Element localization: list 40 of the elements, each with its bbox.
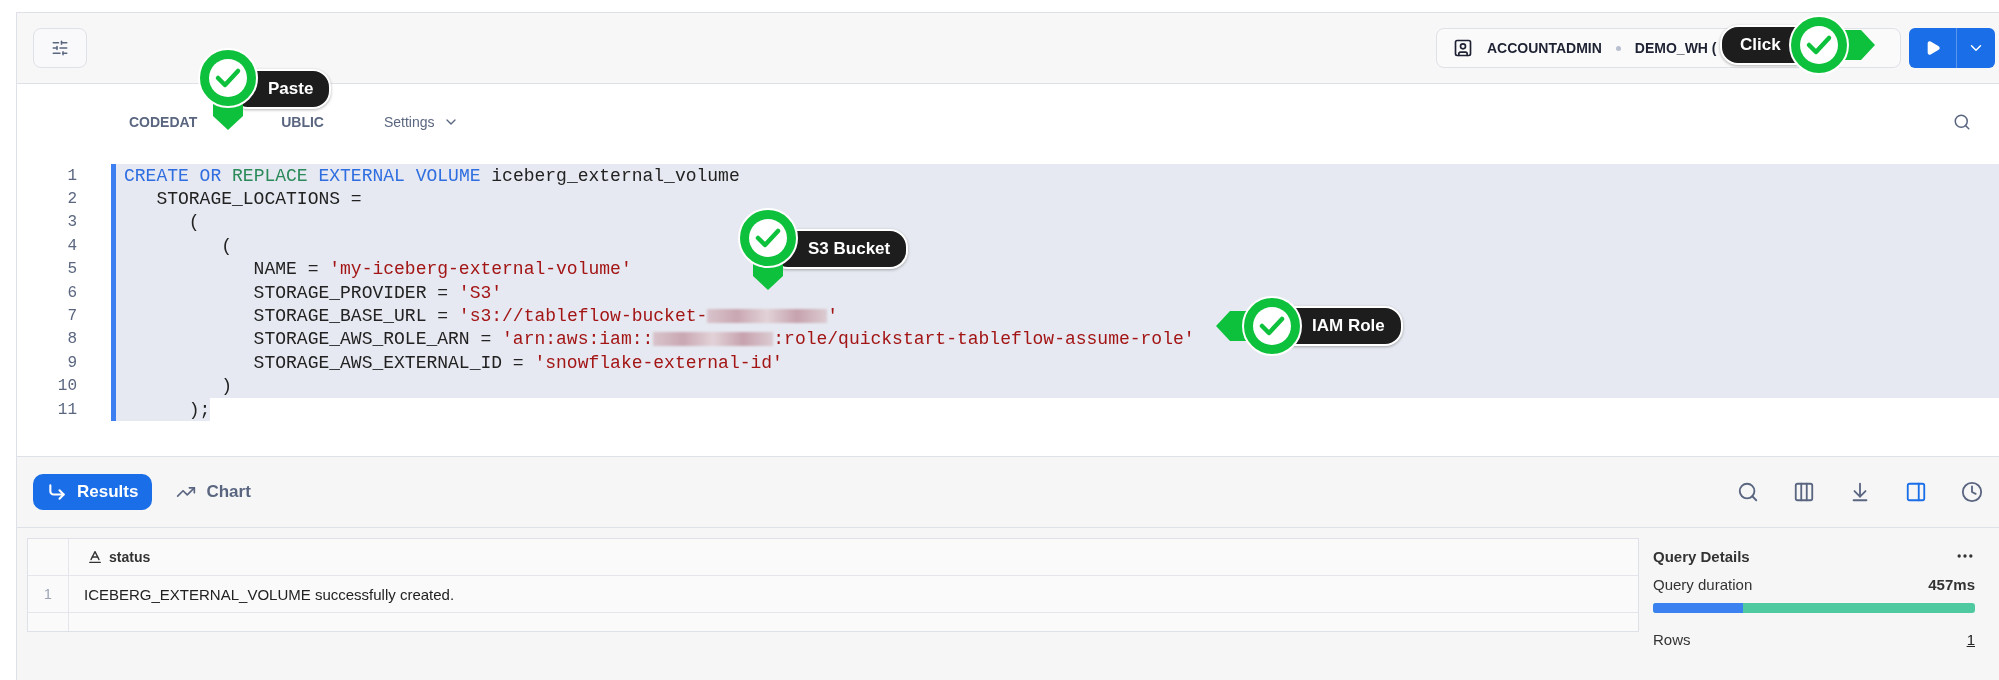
text-type-icon [87, 549, 103, 565]
side-panel-icon[interactable] [1905, 481, 1927, 503]
sliders-icon [51, 39, 69, 57]
run-button[interactable] [1909, 28, 1957, 68]
result-tab[interactable]: Results [33, 474, 153, 510]
line-number: 3 [66, 213, 78, 232]
column-header[interactable]: status [109, 549, 151, 565]
line-number: 7 [66, 307, 78, 326]
clock-icon[interactable] [1961, 481, 1983, 503]
user-badge-icon [1453, 38, 1473, 58]
search-icon[interactable] [1737, 481, 1759, 503]
columns-icon[interactable] [1793, 481, 1815, 503]
line-number: 1 [66, 166, 78, 185]
warehouse-name: DEMO_WH ( [1634, 40, 1717, 56]
rows-link[interactable]: 1 [1966, 631, 1975, 648]
line-number: 6 [66, 283, 78, 302]
panel-title: Query Details [1653, 547, 1750, 565]
check-pin-icon [738, 208, 798, 290]
database-breadcrumb[interactable]: CODEDAT [129, 114, 198, 130]
line-number: 5 [66, 260, 78, 279]
duration-label: Query duration [1653, 576, 1753, 593]
return-arrow-icon [47, 482, 67, 502]
rows-label: Rows [1653, 631, 1691, 648]
line-number: 8 [66, 330, 78, 349]
settings-dropdown[interactable]: Settings [383, 114, 459, 130]
check-pin-icon [1216, 296, 1302, 356]
row-number: 1 [28, 576, 69, 612]
schema-breadcrumb[interactable]: UBLIC [281, 114, 324, 130]
search-icon[interactable] [1953, 113, 1971, 131]
line-number: 4 [66, 236, 78, 255]
result-tab[interactable]: Chart [162, 474, 265, 510]
line-number: 11 [56, 400, 78, 419]
run-options-button[interactable] [1957, 28, 1995, 68]
role-name: ACCOUNTADMIN [1487, 40, 1602, 56]
line-number: 10 [56, 377, 78, 396]
table-cell-text: ICEBERG_EXTERNAL_VOLUME successfully created. [83, 584, 456, 605]
line-number: 2 [66, 190, 78, 209]
line-number: 9 [66, 353, 78, 372]
duration-value: 457ms [1928, 576, 1975, 593]
filter-button[interactable] [33, 28, 87, 68]
